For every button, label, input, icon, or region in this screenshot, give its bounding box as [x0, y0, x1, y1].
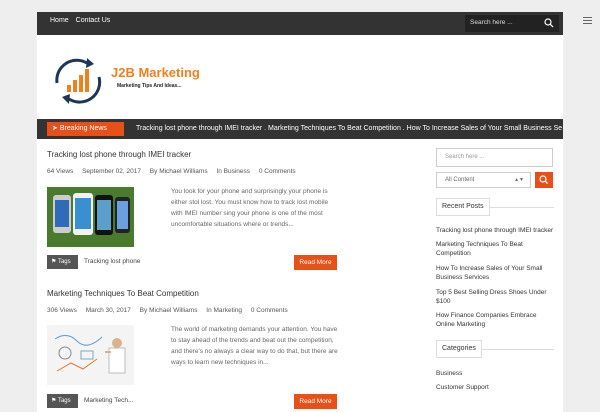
- post-footer: ⚑ Tags Marketing Tech... Read More: [47, 394, 337, 409]
- sidebar-search-input[interactable]: Search here ...: [436, 148, 553, 167]
- breaking-news-label: ➤ Breaking News: [47, 122, 124, 136]
- post-excerpt: You look for your phone and surprisingly…: [171, 188, 329, 228]
- read-more-button[interactable]: Read More: [294, 255, 337, 270]
- post-title[interactable]: Marketing Techniques To Beat Competition: [47, 289, 337, 298]
- post-comments[interactable]: 0 Comments: [251, 307, 288, 314]
- post-meta: 306 Views March 30, 2017 By Michael Will…: [47, 307, 337, 314]
- recent-post-link[interactable]: Tracking lost phone through IMEI tracker: [436, 226, 554, 235]
- nav-contact[interactable]: Contact Us: [76, 17, 111, 24]
- tag-link[interactable]: Marketing Tech...: [84, 397, 133, 404]
- content-filter-select[interactable]: All Content ▲▼: [436, 172, 531, 188]
- tag-icon: ⚑: [51, 259, 57, 265]
- menu-icon[interactable]: [583, 17, 592, 24]
- top-nav: Home Contact Us: [50, 17, 115, 24]
- post-thumbnail-phones[interactable]: [47, 187, 134, 247]
- logo-title[interactable]: J2B Marketing: [111, 65, 200, 80]
- nav-home[interactable]: Home: [50, 17, 69, 24]
- logo-tagline: Marketing Tips And Ideas...: [117, 83, 182, 89]
- post-comments[interactable]: 0 Comments: [259, 168, 296, 175]
- content-filter-value: All Content: [445, 177, 475, 183]
- post-author[interactable]: By Michael Williams: [150, 168, 208, 175]
- post-category[interactable]: In Business: [216, 168, 250, 175]
- sidebar: Search here ... All Content ▲▼ Recent Po…: [436, 148, 554, 400]
- post-footer: ⚑ Tags Tracking lost phone Read More: [47, 255, 337, 270]
- breaking-news-ticker[interactable]: Tracking lost phone through IMEI tracker…: [136, 125, 562, 132]
- sidebar-search-button[interactable]: [535, 172, 553, 188]
- recent-post-link[interactable]: Top 5 Best Selling Dress Shoes Under $10…: [436, 288, 554, 306]
- recent-post-link[interactable]: Marketing Techniques To Beat Competition: [436, 240, 554, 258]
- post-date: March 30, 2017: [85, 307, 131, 314]
- post-author[interactable]: By Michael Williams: [140, 307, 198, 314]
- post-meta: 64 Views September 02, 2017 By Michael W…: [47, 168, 337, 175]
- tag-link[interactable]: Tracking lost phone: [84, 258, 141, 265]
- top-search-box[interactable]: Search here ...: [465, 15, 559, 32]
- post-title[interactable]: Tracking lost phone through IMEI tracker: [47, 150, 337, 159]
- read-more-button[interactable]: Read More: [294, 394, 337, 409]
- post-thumbnail-whiteboard[interactable]: [47, 325, 134, 385]
- top-bar: Home Contact Us Search here ...: [37, 12, 563, 35]
- tags-label: ⚑ Tags: [47, 255, 78, 269]
- post-excerpt: The world of marketing demands your atte…: [171, 326, 338, 366]
- post-views: 64 Views: [47, 168, 74, 175]
- breaking-icon: ➤: [52, 125, 58, 132]
- tags-label: ⚑ Tags: [47, 394, 78, 408]
- post-category[interactable]: In Marketing: [206, 307, 242, 314]
- tags-label-text: Tags: [57, 398, 71, 404]
- tag-icon: ⚑: [51, 398, 57, 404]
- widget-title-recent: Recent Posts: [436, 198, 490, 216]
- select-arrows-icon: ▲▼: [514, 177, 524, 183]
- post-views: 306 Views: [47, 307, 77, 314]
- top-search-placeholder: Search here ...: [470, 19, 513, 26]
- tags-label-text: Tags: [57, 259, 71, 265]
- post-card: Marketing Techniques To Beat Competition…: [47, 289, 338, 409]
- category-link[interactable]: Business: [436, 369, 554, 378]
- category-link[interactable]: Customer Support: [436, 383, 554, 392]
- breaking-label-text: Breaking News: [59, 125, 107, 132]
- logo-icon[interactable]: [47, 55, 207, 105]
- recent-post-link[interactable]: How Finance Companies Embrace Online Mar…: [436, 311, 554, 329]
- search-icon: [539, 175, 548, 184]
- search-icon[interactable]: [544, 18, 554, 28]
- breaking-news-bar: ➤ Breaking News Tracking lost phone thro…: [37, 119, 563, 139]
- widget-title-categories: Categories: [436, 340, 482, 358]
- recent-post-link[interactable]: How To Increase Sales of Your Small Busi…: [436, 264, 554, 282]
- post-card: Tracking lost phone through IMEI tracker…: [47, 150, 337, 275]
- post-date: September 02, 2017: [82, 168, 141, 175]
